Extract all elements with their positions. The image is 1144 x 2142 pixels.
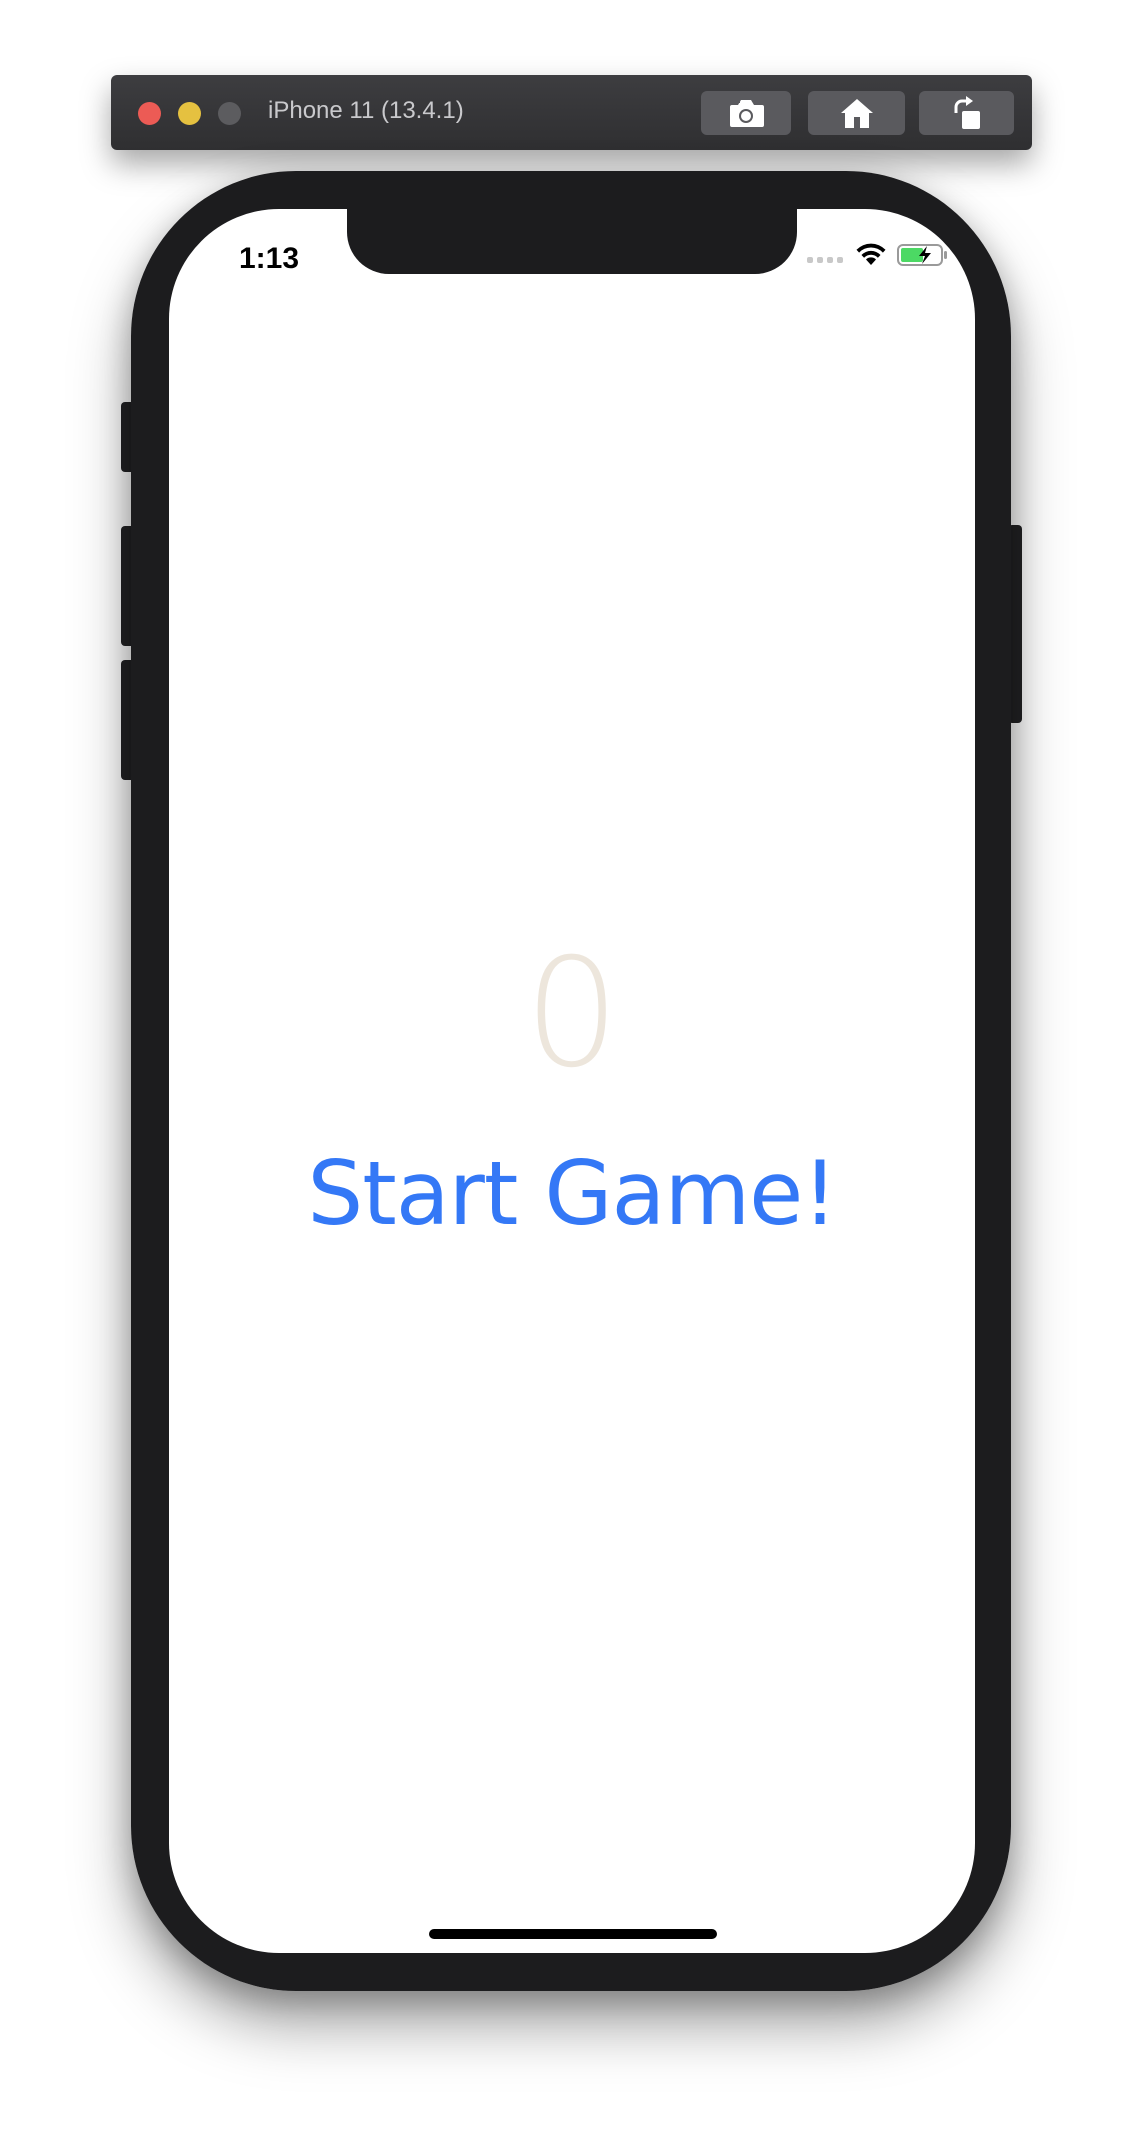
simulator-toolbar: iPhone 11 (13.4.1) bbox=[111, 75, 1032, 150]
wifi-icon bbox=[856, 243, 886, 265]
battery-charging-icon bbox=[897, 244, 947, 266]
start-game-button[interactable]: Start Game! bbox=[169, 1144, 975, 1244]
window-title: iPhone 11 (13.4.1) bbox=[268, 97, 464, 124]
notch bbox=[347, 209, 797, 274]
minimize-window-button[interactable] bbox=[178, 102, 201, 125]
cellular-signal-icon bbox=[807, 257, 843, 263]
score-label: 0 bbox=[524, 927, 620, 1101]
home-icon bbox=[840, 99, 873, 128]
screenshot-button[interactable] bbox=[701, 91, 791, 135]
device-screen: 1:13 0 Start Game! bbox=[169, 209, 975, 1953]
home-button[interactable] bbox=[808, 91, 905, 135]
camera-icon bbox=[728, 99, 764, 127]
status-time: 1:13 bbox=[239, 242, 300, 275]
rotate-button[interactable] bbox=[919, 91, 1014, 135]
status-icons bbox=[807, 243, 949, 267]
rotate-icon bbox=[954, 96, 980, 129]
home-indicator[interactable] bbox=[429, 1929, 717, 1939]
simulator-stage: iPhone 11 (13.4.1) 1:13 0 Start Game! bbox=[0, 0, 1144, 2142]
close-window-button[interactable] bbox=[138, 102, 161, 125]
zoom-window-button[interactable] bbox=[218, 102, 241, 125]
